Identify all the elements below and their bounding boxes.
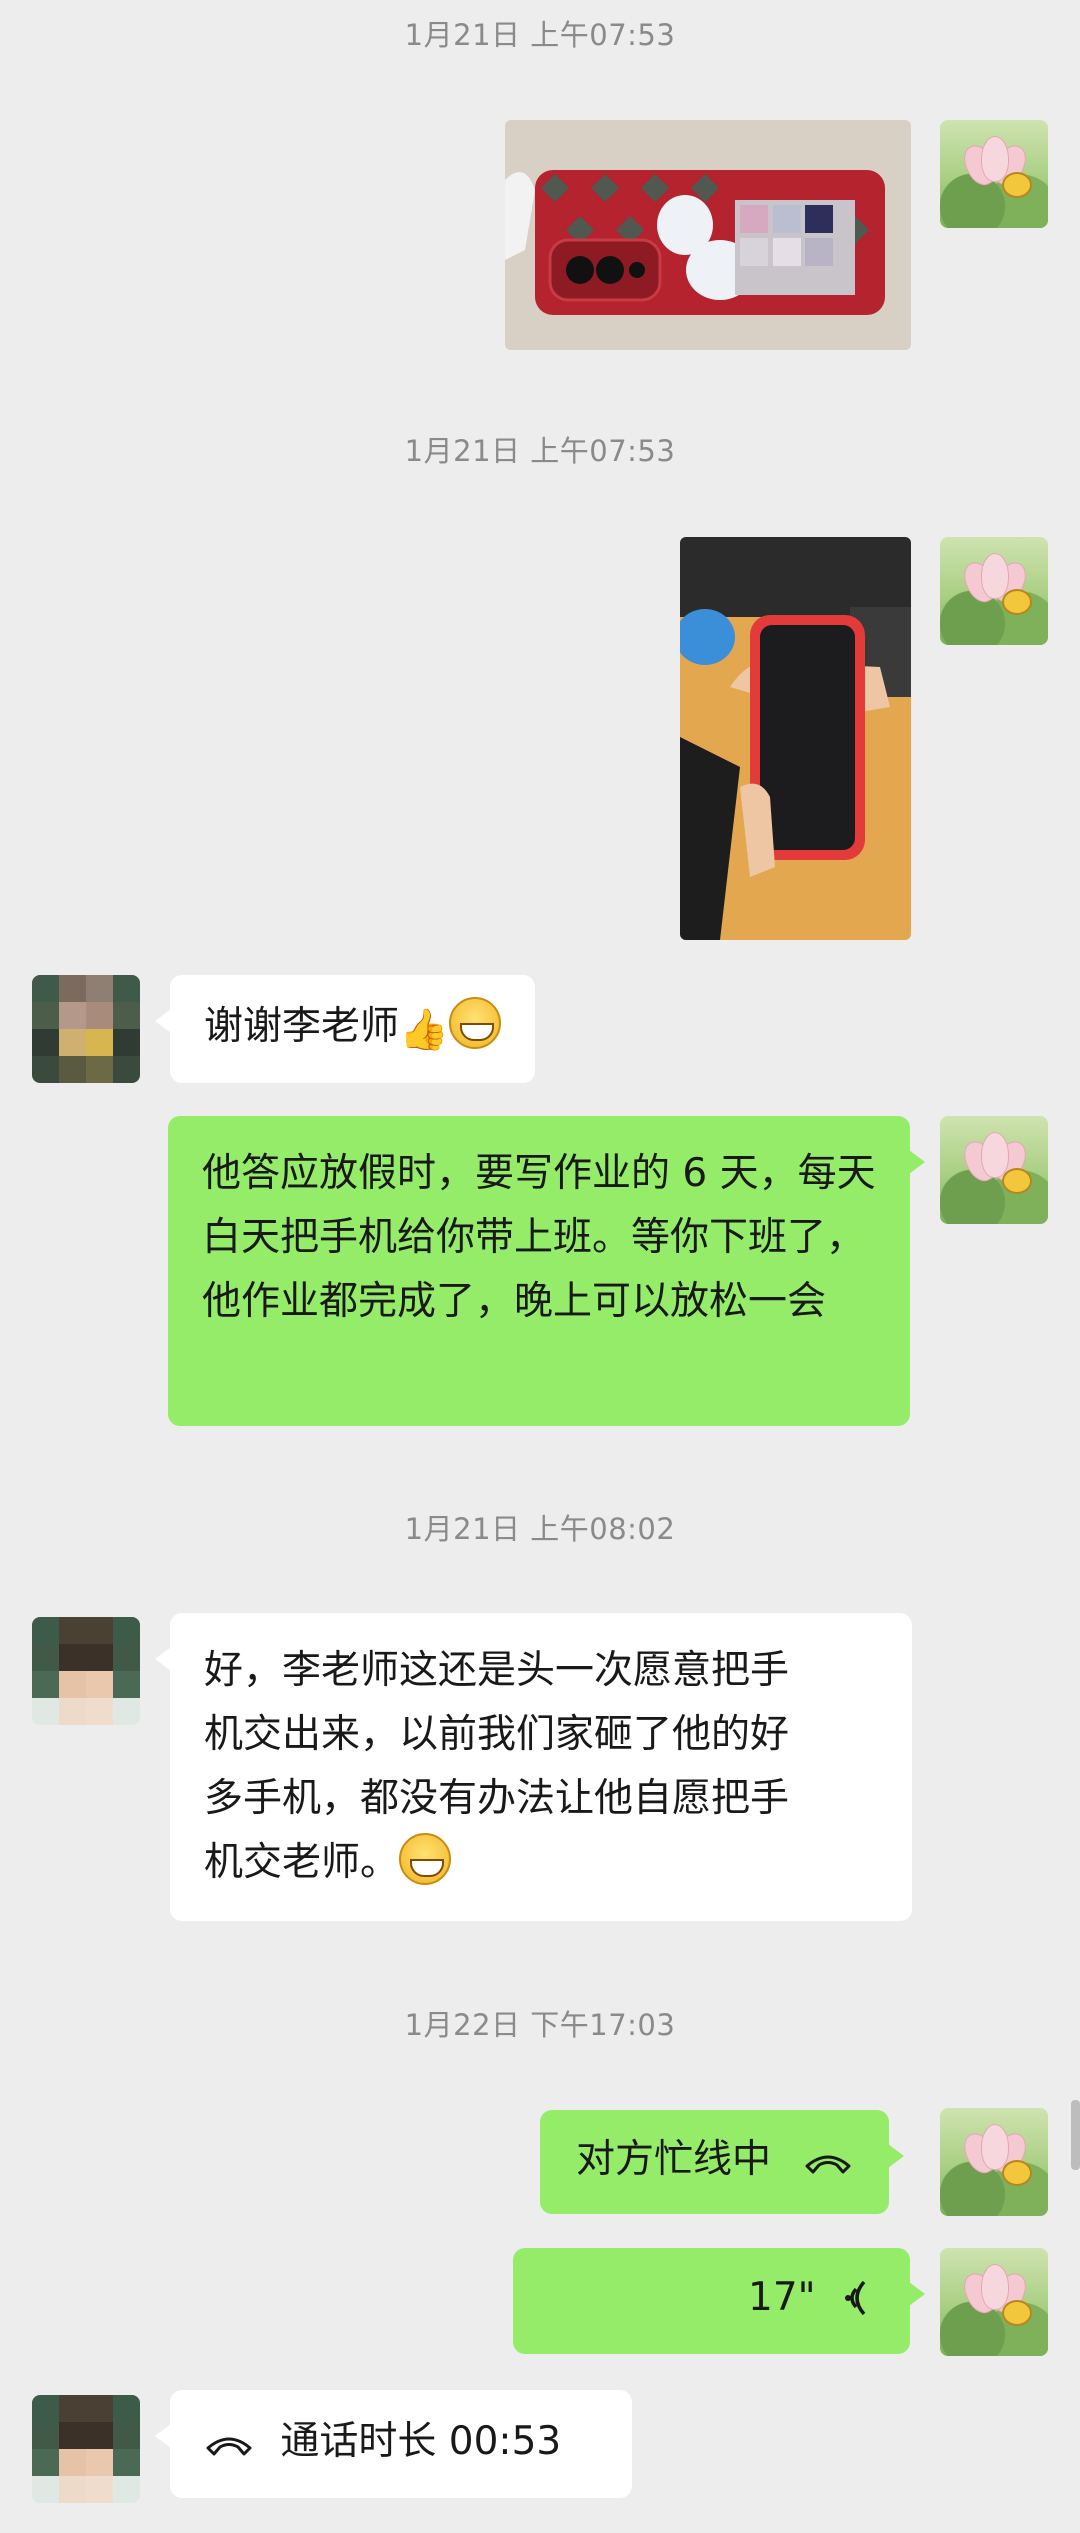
lotus-avatar-icon xyxy=(940,2248,1048,2356)
voice-wave-icon xyxy=(845,2280,866,2316)
voice-duration: 17" xyxy=(748,2275,816,2320)
pixelated-avatar-icon xyxy=(32,975,140,1083)
message-bubble-promise[interactable]: 他答应放假时，要写作业的 6 天，每天白天把手机给你带上班。等你下班了，他作业都… xyxy=(168,1116,925,1426)
self-avatar[interactable] xyxy=(940,537,1048,645)
pixelated-avatar-icon xyxy=(32,2395,140,2503)
grin-emoji-icon xyxy=(399,1833,452,1885)
message-text: 机交老师。 xyxy=(204,1840,400,1885)
image-message-phone-case[interactable] xyxy=(505,120,911,350)
voice-message-bubble[interactable]: 17" xyxy=(513,2248,925,2354)
call-duration-bubble[interactable]: 通话时长 00:53 xyxy=(155,2390,632,2498)
call-status-bubble[interactable]: 对方忙线中 xyxy=(540,2110,905,2214)
self-avatar[interactable] xyxy=(940,2108,1048,2216)
image-message-phone-in-hand[interactable] xyxy=(680,537,911,940)
message-text-line: 多手机，都没有办法让他自愿把手 xyxy=(204,1776,790,1821)
call-status-text: 对方忙线中 xyxy=(576,2137,772,2182)
grin-emoji-icon xyxy=(448,997,501,1049)
other-avatar[interactable] xyxy=(32,2395,140,2503)
self-avatar[interactable] xyxy=(940,120,1048,228)
lotus-avatar-icon xyxy=(940,1116,1048,1224)
message-text-line: 好，李老师这还是头一次愿意把手 xyxy=(204,1648,790,1693)
message-text-line: 机交老师。 xyxy=(204,1831,878,1895)
lotus-avatar-icon xyxy=(940,537,1048,645)
timestamp: 1月21日 上午08:02 xyxy=(404,1512,676,1546)
other-avatar[interactable] xyxy=(32,1617,140,1725)
phone-handset-icon xyxy=(805,2155,851,2174)
message-bubble-reply[interactable]: 好，李老师这还是头一次愿意把手 机交出来，以前我们家砸了他的好 多手机，都没有办… xyxy=(155,1613,912,1921)
timestamp: 1月22日 下午17:03 xyxy=(404,2008,676,2042)
message-text: 他答应放假时，要写作业的 6 天，每天白天把手机给你带上班。等你下班了，他作业都… xyxy=(202,1151,876,1324)
scrollbar[interactable] xyxy=(1071,2100,1080,2170)
lotus-avatar-icon xyxy=(940,2108,1048,2216)
phone-handset-icon xyxy=(206,2437,252,2456)
self-avatar[interactable] xyxy=(940,2248,1048,2356)
self-avatar[interactable] xyxy=(940,1116,1048,1224)
message-text: 谢谢李老师 xyxy=(204,1004,400,1049)
timestamp: 1月21日 上午07:53 xyxy=(404,434,676,468)
timestamp: 1月21日 上午07:53 xyxy=(404,18,676,52)
thumbs-up-emoji-icon: 👍 xyxy=(399,1007,449,1053)
call-duration-text: 通话时长 00:53 xyxy=(280,2419,562,2464)
message-bubble-thanks[interactable]: 谢谢李老师👍 xyxy=(155,975,535,1083)
lotus-avatar-icon xyxy=(940,120,1048,228)
other-avatar[interactable] xyxy=(32,975,140,1083)
message-text-line: 机交出来，以前我们家砸了他的好 xyxy=(204,1712,790,1757)
pixelated-avatar-icon xyxy=(32,1617,140,1725)
